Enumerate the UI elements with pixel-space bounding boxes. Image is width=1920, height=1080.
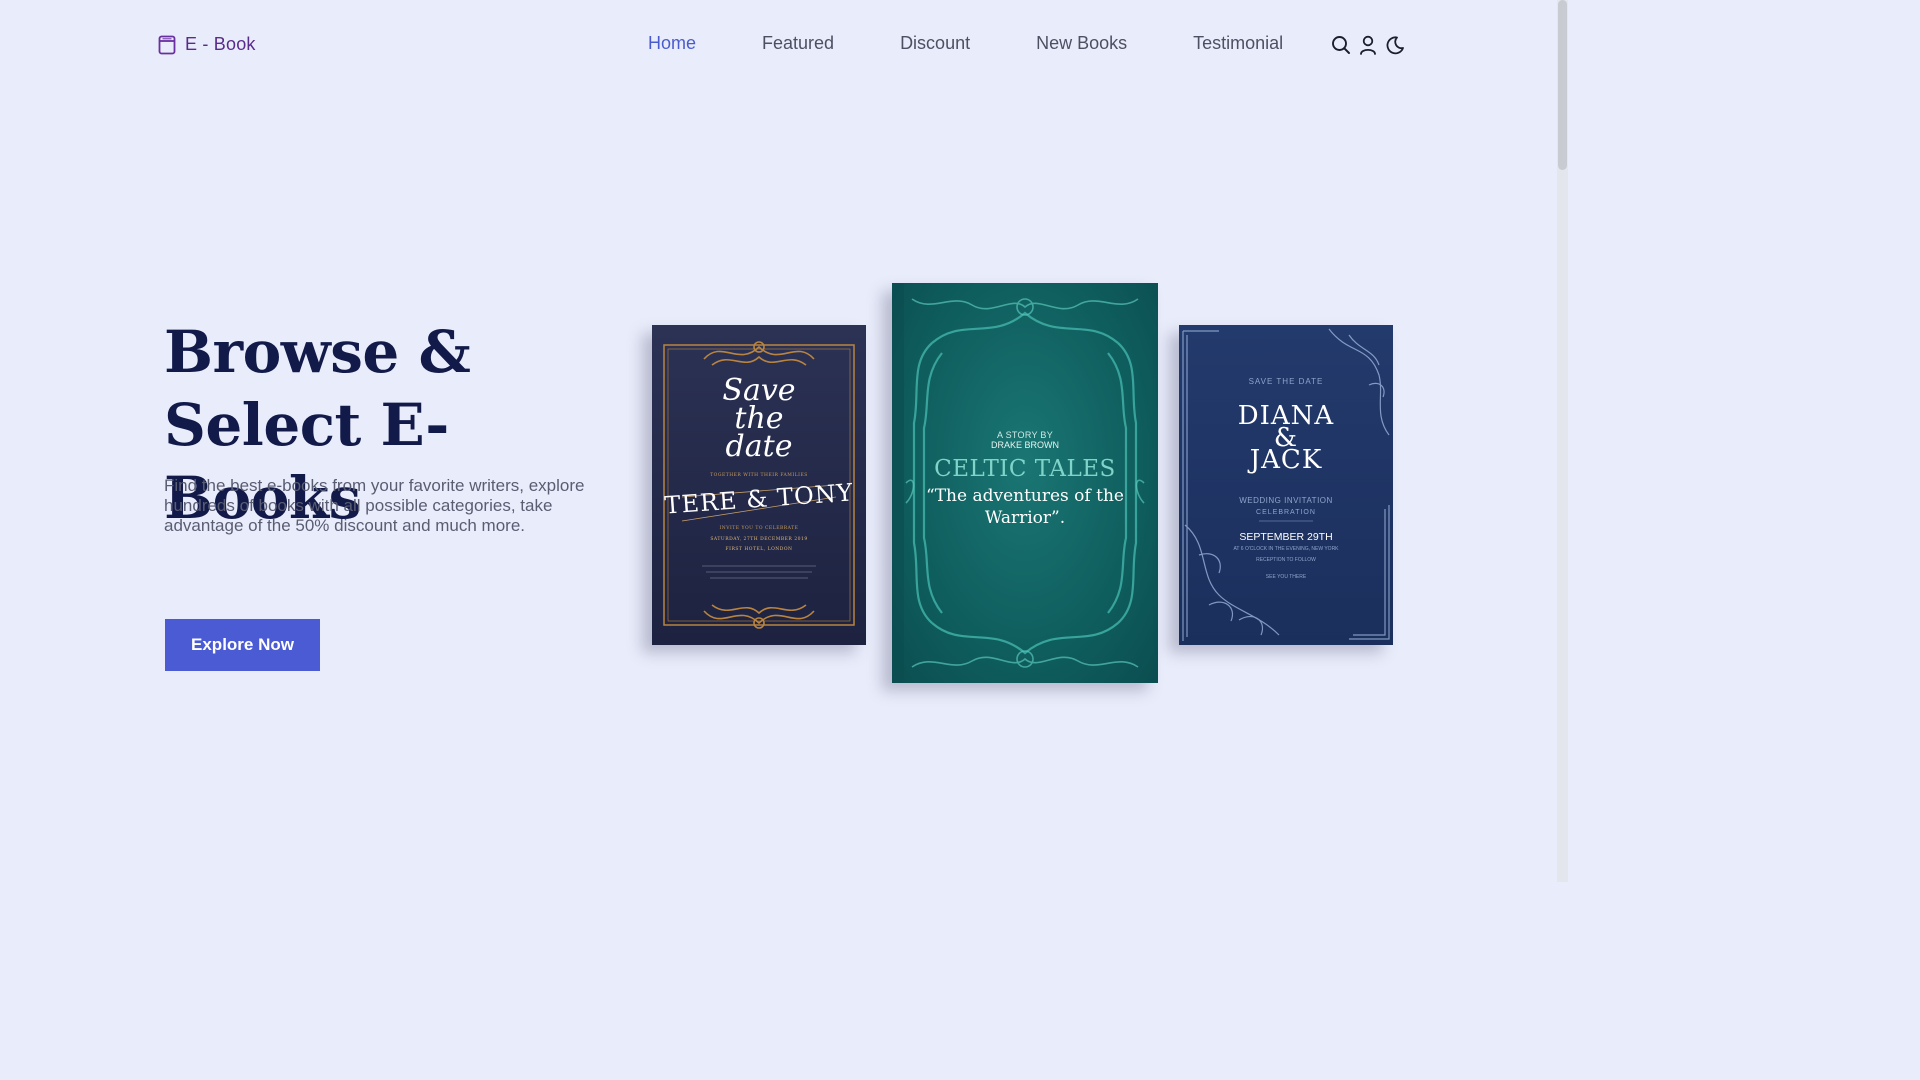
wedding-invitation-label: WEDDING INVITATION — [1239, 496, 1333, 505]
floral-frame-icon — [1182, 328, 1390, 641]
main-nav: Home Featured Discount New Books Testimo… — [648, 33, 1283, 54]
book-subtitle: “The adventures of the Warrior”. — [926, 486, 1124, 528]
story-by-label: A STORY BY — [996, 430, 1054, 440]
hero-description: Find the best e-books from your favorite… — [164, 476, 585, 535]
nav-home[interactable]: Home — [648, 33, 696, 54]
see-you-label: SEE YOU THERE — [1265, 574, 1307, 580]
venue-line: FIRST HOTEL, LONDON — [725, 547, 793, 552]
book-cover-celtic-tales[interactable]: A STORY BY DRAKE BROWN CELTIC TALES “The… — [892, 283, 1158, 683]
book-title: CELTIC TALES — [934, 456, 1116, 482]
moon-icon — [1386, 36, 1404, 55]
user-button[interactable] — [1358, 34, 1378, 56]
search-icon — [1332, 36, 1350, 54]
together-line: TOGETHER WITH THEIR FAMILIES — [710, 473, 808, 478]
author-name: DRAKE BROWN — [990, 440, 1059, 450]
brand-logo[interactable]: E - Book — [158, 34, 256, 55]
couple-names: DIANA & JACK — [1179, 403, 1393, 475]
wedding-date: SEPTEMBER 29TH — [1239, 531, 1333, 543]
script-line-3: date — [725, 429, 793, 464]
header-actions — [1331, 34, 1405, 56]
save-the-date-label: SAVE THE DATE — [1248, 377, 1324, 386]
celebration-label: CELEBRATION — [1256, 509, 1316, 516]
search-button[interactable] — [1331, 34, 1351, 56]
invite-line: INVITE YOU TO CELEBRATE — [719, 526, 799, 531]
book-cover-diana-jack[interactable]: SAVE THE DATE DIANA & JACK WEDDING INVIT… — [1179, 325, 1393, 645]
explore-now-button[interactable]: Explore Now — [165, 619, 320, 671]
book-icon — [158, 35, 176, 54]
book-cover-save-the-date[interactable]: Save the date TOGETHER WITH THEIR FAMILI… — [652, 325, 866, 645]
hero-title-line1: Browse & — [164, 318, 471, 386]
wedding-time: AT 6 O'CLOCK IN THE EVENING, NEW YORK — [1233, 546, 1339, 552]
page-scrollbar[interactable] — [1557, 0, 1568, 882]
nav-discount[interactable]: Discount — [900, 33, 970, 54]
date-line: SATURDAY, 27TH DECEMBER 2019 — [710, 537, 808, 542]
nav-featured[interactable]: Featured — [762, 33, 834, 54]
user-icon — [1360, 35, 1376, 55]
nav-testimonial[interactable]: Testimonial — [1193, 33, 1283, 54]
save-the-date-script: Save the date — [652, 376, 866, 464]
brand-name: E - Book — [185, 34, 256, 54]
celtic-frame-icon — [892, 283, 1145, 683]
nav-new-books[interactable]: New Books — [1036, 33, 1127, 54]
scrollbar-thumb[interactable] — [1558, 0, 1567, 170]
name-2: JACK — [1249, 445, 1323, 475]
reception-label: RECEPTION TO FOLLOW — [1256, 557, 1316, 563]
theme-toggle-button[interactable] — [1385, 34, 1405, 56]
